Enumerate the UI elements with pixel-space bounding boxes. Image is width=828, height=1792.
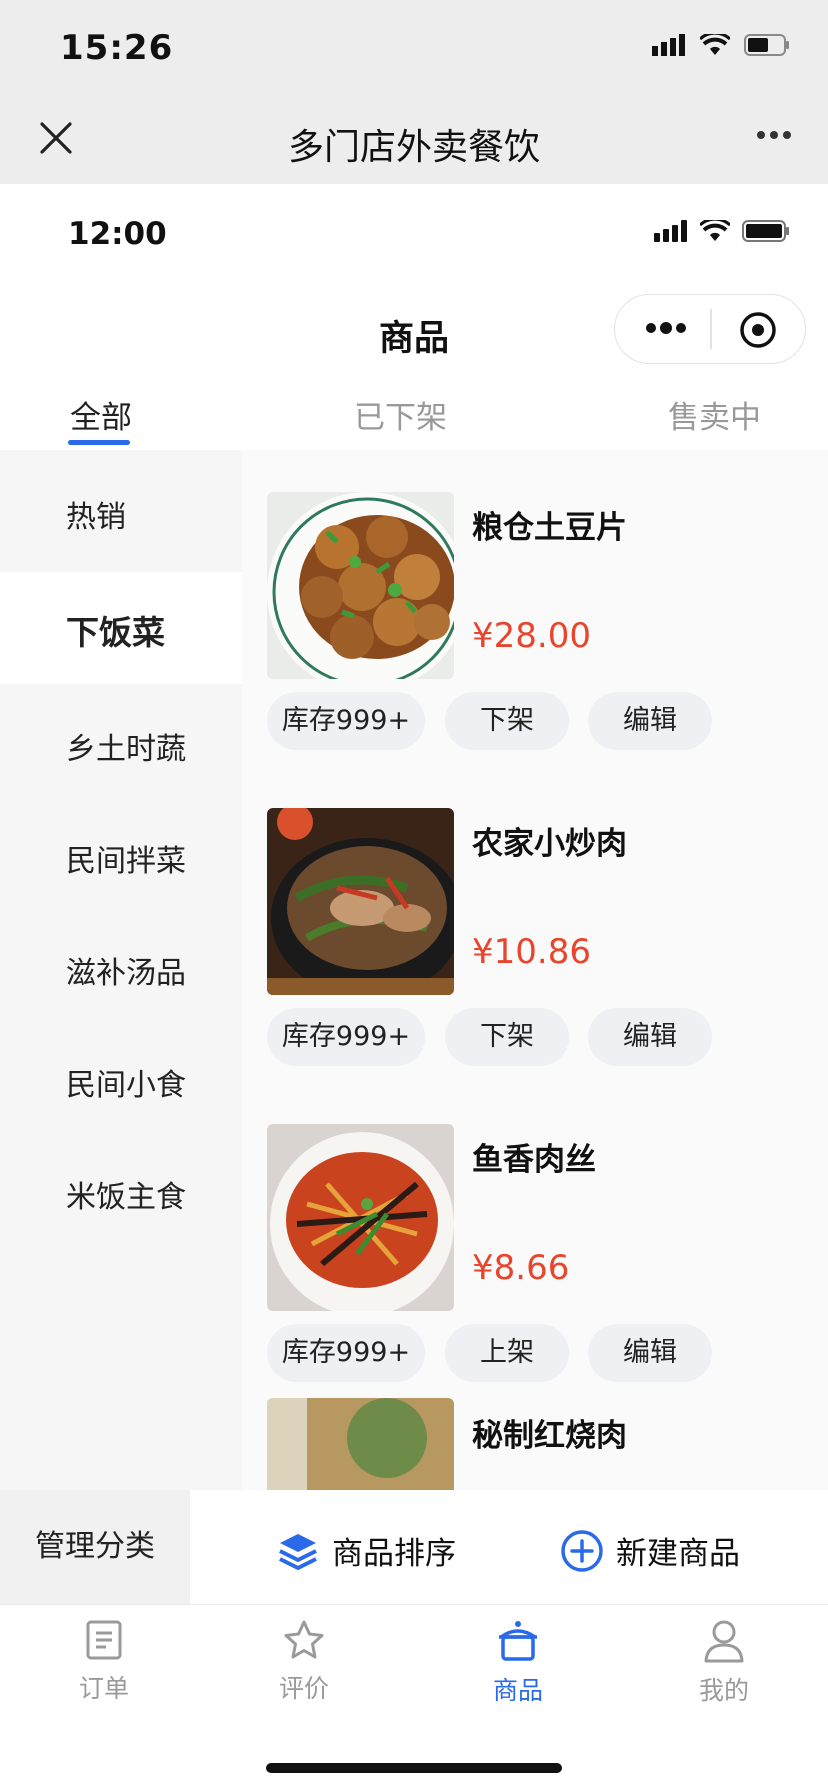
product-image[interactable] — [267, 808, 454, 995]
toggle-listing-button[interactable]: 上架 — [445, 1324, 569, 1382]
sidebar-item-hot[interactable]: 热销 — [0, 450, 242, 572]
stock-button[interactable]: 库存999+ — [267, 1324, 425, 1382]
product-name: 粮仓土豆片 — [472, 510, 627, 546]
cellular-signal-icon — [652, 34, 685, 56]
sidebar-item-rice-dishes[interactable]: 下饭菜 — [0, 572, 242, 684]
battery-icon — [744, 34, 789, 56]
product-list: 粮仓土豆片 ¥28.00 库存999+ 下架 编辑 农家小炒肉 ¥10.86 库… — [242, 450, 828, 1490]
inner-time: 12:00 — [68, 216, 167, 252]
sidebar-item-label: 米饭主食 — [66, 1180, 186, 1215]
tabbar-label: 订单 — [78, 1674, 129, 1703]
capsule-menu — [614, 294, 806, 364]
manage-categories-button[interactable]: 管理分类 — [0, 1490, 190, 1604]
tab-on-sale[interactable]: 售卖中 — [668, 392, 761, 437]
add-circle-icon — [561, 1529, 603, 1572]
product-name: 秘制红烧肉 — [472, 1418, 627, 1454]
page-header: 商品 — [0, 274, 828, 378]
sidebar-item-label: 民间拌菜 — [66, 844, 186, 879]
toggle-listing-button[interactable]: 下架 — [445, 692, 569, 750]
new-product-label: 新建商品 — [616, 1536, 740, 1572]
os-status-icons — [652, 34, 790, 56]
inner-status-bar: 12:00 — [0, 184, 828, 274]
close-mini-program-icon[interactable] — [739, 311, 777, 349]
goods-icon — [499, 1621, 537, 1661]
product-image[interactable] — [267, 492, 454, 679]
product-price: ¥10.86 — [472, 932, 591, 972]
sort-products-label: 商品排序 — [332, 1536, 456, 1572]
sidebar-item-label: 热销 — [66, 500, 126, 535]
order-icon — [86, 1620, 122, 1660]
star-icon — [284, 1620, 324, 1659]
product-name: 鱼香肉丝 — [472, 1142, 596, 1178]
tab-all[interactable]: 全部 — [70, 392, 132, 437]
filter-tabs: 全部 已下架 售卖中 — [0, 378, 828, 450]
product-item: 农家小炒肉 ¥10.86 库存999+ 下架 编辑 — [242, 766, 828, 1082]
tab-active-indicator — [68, 440, 130, 445]
sidebar-item-label: 民间小食 — [66, 1068, 186, 1103]
tabbar-item-goods[interactable]: 商品 — [458, 1619, 578, 1707]
product-item: 秘制红烧肉 — [242, 1398, 828, 1490]
sidebar-item-label: 滋补汤品 — [66, 956, 186, 991]
wifi-icon — [700, 34, 730, 55]
inner-status-icons — [654, 220, 790, 242]
edit-button[interactable]: 编辑 — [588, 692, 712, 750]
product-name: 农家小炒肉 — [472, 826, 627, 862]
sidebar-item-soups[interactable]: 滋补汤品 — [0, 908, 242, 1020]
sidebar-item-label: 乡土时蔬 — [66, 732, 186, 767]
os-time: 15:26 — [60, 28, 174, 68]
new-product-button[interactable]: 新建商品 — [560, 1528, 740, 1573]
stock-button[interactable]: 库存999+ — [267, 692, 425, 750]
user-icon — [704, 1620, 744, 1663]
sort-products-button[interactable]: 商品排序 — [276, 1528, 456, 1573]
sidebar-item-snacks[interactable]: 民间小食 — [0, 1020, 242, 1132]
tabbar-label: 我的 — [698, 1676, 749, 1705]
bottom-tab-bar: 订单 评价 商品 我的 — [0, 1604, 828, 1792]
tabbar-label: 商品 — [492, 1676, 543, 1705]
sidebar-item-label: 下饭菜 — [66, 613, 165, 652]
tabbar-item-orders[interactable]: 订单 — [44, 1619, 164, 1705]
edit-button[interactable]: 编辑 — [588, 1008, 712, 1066]
edit-button[interactable]: 编辑 — [588, 1324, 712, 1382]
tabbar-label: 评价 — [278, 1674, 329, 1703]
stock-button[interactable]: 库存999+ — [267, 1008, 425, 1066]
toggle-listing-button[interactable]: 下架 — [445, 1008, 569, 1066]
mini-program-title: 多门店外卖餐饮 — [287, 127, 540, 168]
capsule-divider — [710, 309, 712, 349]
product-image[interactable] — [267, 1398, 454, 1490]
tabbar-item-reviews[interactable]: 评价 — [244, 1619, 364, 1705]
product-price: ¥28.00 — [472, 616, 591, 656]
mini-program-nav: 多门店外卖餐饮 — [0, 98, 828, 184]
more-icon[interactable] — [645, 321, 687, 335]
product-item: 鱼香肉丝 ¥8.66 库存999+ 上架 编辑 — [242, 1082, 828, 1398]
sidebar-item-cold-dishes[interactable]: 民间拌菜 — [0, 796, 242, 908]
product-price: ¥8.66 — [472, 1248, 570, 1288]
battery-icon — [742, 220, 789, 242]
home-indicator — [266, 1763, 562, 1773]
os-status-bar: 15:26 — [0, 0, 828, 98]
sidebar-item-vegetables[interactable]: 乡土时蔬 — [0, 684, 242, 796]
tabbar-item-me[interactable]: 我的 — [664, 1619, 784, 1707]
layers-icon — [279, 1533, 317, 1570]
category-sidebar: 热销 下饭菜 乡土时蔬 民间拌菜 滋补汤品 民间小食 米饭主食 — [0, 450, 242, 1490]
more-icon[interactable] — [756, 130, 792, 140]
sidebar-item-staples[interactable]: 米饭主食 — [0, 1132, 242, 1244]
wifi-icon — [700, 220, 730, 241]
action-bar: 管理分类 商品排序 新建商品 — [0, 1490, 828, 1604]
product-image[interactable] — [267, 1124, 454, 1311]
tab-offline[interactable]: 已下架 — [354, 392, 447, 437]
cellular-signal-icon — [654, 220, 687, 242]
product-item: 粮仓土豆片 ¥28.00 库存999+ 下架 编辑 — [242, 450, 828, 766]
